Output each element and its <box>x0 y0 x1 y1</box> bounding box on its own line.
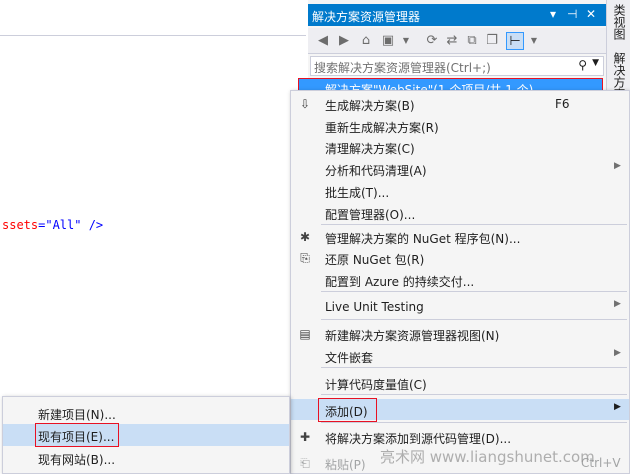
menu-item-label: 还原 NuGet 包(R) <box>325 253 425 267</box>
submenu-arrow-icon: ▶ <box>614 402 621 412</box>
code-tag-end: /> <box>81 218 104 232</box>
menu-item-label: Live Unit Testing <box>325 300 424 314</box>
submenu-arrow-icon: ▶ <box>614 299 621 309</box>
nuget-icon: ✱ <box>299 230 311 244</box>
menu-item-manage-nuget[interactable]: ✱ 管理解决方案的 NuGet 程序包(N)... <box>291 226 629 247</box>
menu-item-add-to-source-control[interactable]: ✚ 将解决方案添加到源代码管理(D)... <box>291 426 629 447</box>
menu-item-rebuild-solution[interactable]: 重新生成解决方案(R) <box>291 115 629 136</box>
submenu-item-existing-website[interactable]: 现有网站(B)... <box>3 447 289 469</box>
properties-icon[interactable]: ⊢ <box>506 32 524 50</box>
menu-item-file-nesting[interactable]: 文件嵌套 ▶ <box>291 345 629 366</box>
menu-item-label: 清理解决方案(C) <box>325 142 415 156</box>
submenu-arrow-icon: ▶ <box>614 348 621 358</box>
show-all-files-icon[interactable]: ❐ <box>483 32 501 50</box>
menu-item-shortcut: F6 <box>555 97 570 111</box>
menu-item-configuration-manager[interactable]: 配置管理器(O)... <box>291 202 629 223</box>
vertical-tab-strip: 类视图 解决方案 <box>606 0 630 100</box>
forward-icon[interactable]: ▶ <box>335 32 353 50</box>
menu-item-label: 配置管理器(O)... <box>325 208 416 222</box>
restore-icon: ⎘ <box>300 251 310 265</box>
home-icon[interactable]: ⌂ <box>357 32 375 50</box>
existing-project-callout-box <box>35 423 119 447</box>
menu-item-label: 重新生成解决方案(R) <box>325 121 439 135</box>
editor-divider <box>0 35 306 36</box>
menu-item-label: 计算代码度量值(C) <box>325 378 427 392</box>
pin-button[interactable]: ⊣ <box>567 7 577 21</box>
solution-explorer-title-bar: 解决方案资源管理器 ▾ ⊣ ✕ <box>308 4 606 26</box>
menu-item-batch-build[interactable]: 批生成(T)... <box>291 180 629 201</box>
menu-item-azure-delivery[interactable]: 配置到 Azure 的持续交付... <box>291 269 629 290</box>
solution-explorer-search-input[interactable]: 搜索解决方案资源管理器(Ctrl+;) ⚲ ▼ <box>310 56 604 76</box>
toolbar-dropdown-icon[interactable]: ▼ <box>525 32 543 50</box>
menu-item-label: 管理解决方案的 NuGet 程序包(N)... <box>325 232 521 246</box>
close-button[interactable]: ✕ <box>586 7 596 21</box>
solution-explorer-title: 解决方案资源管理器 <box>312 10 421 24</box>
chevron-down-icon[interactable]: ▼ <box>397 32 415 50</box>
add-submenu: 新建项目(N)... 现有项目(E)... 现有网站(B)... <box>2 396 290 474</box>
menu-item-label: 将解决方案添加到源代码管理(D)... <box>325 432 512 446</box>
sync-icon[interactable]: ⇄ <box>443 32 461 50</box>
menu-item-clean-solution[interactable]: 清理解决方案(C) <box>291 136 629 157</box>
search-placeholder: 搜索解决方案资源管理器(Ctrl+;) <box>314 61 491 75</box>
solution-context-menu: ⇩ 生成解决方案(B) F6 重新生成解决方案(R) 清理解决方案(C) 分析和… <box>290 90 630 474</box>
menu-separator <box>321 394 627 395</box>
pending-changes-icon[interactable]: ⟳ <box>423 32 441 50</box>
menu-item-label: 粘贴(P) <box>325 458 366 472</box>
add-callout-box <box>318 398 377 422</box>
search-options-icon[interactable]: ▼ <box>592 58 599 68</box>
menu-item-code-metrics[interactable]: 计算代码度量值(C) <box>291 372 629 393</box>
code-line: ssets="All" /> <box>2 218 103 232</box>
solution-explorer-toolbar: ◀ ▶ ⌂ ▣ ▼ ⟳ ⇄ ⧉ ❐ ⊢ ▼ <box>308 28 606 54</box>
new-view-icon: ▤ <box>299 327 311 341</box>
submenu-item-label: 现有网站(B)... <box>38 453 116 467</box>
menu-separator <box>321 224 627 225</box>
menu-item-analyze-cleanup[interactable]: 分析和代码清理(A) ▶ <box>291 158 629 179</box>
menu-separator <box>321 291 627 292</box>
source-control-icon: ✚ <box>299 430 311 444</box>
menu-item-restore-nuget[interactable]: ⎘ 还原 NuGet 包(R) <box>291 247 629 268</box>
tab-class-view[interactable]: 类视图 <box>610 4 628 40</box>
menu-item-label: 新建解决方案资源管理器视图(N) <box>325 329 500 343</box>
menu-item-build-solution[interactable]: ⇩ 生成解决方案(B) F6 <box>291 93 629 114</box>
search-icon[interactable]: ⚲ <box>578 58 587 72</box>
submenu-item-new-project[interactable]: 新建项目(N)... <box>3 402 289 424</box>
menu-item-live-unit-testing[interactable]: Live Unit Testing ▶ <box>291 296 629 317</box>
window-position-button[interactable]: ▾ <box>550 7 556 21</box>
menu-item-label: 文件嵌套 <box>325 351 374 365</box>
menu-separator <box>321 319 627 320</box>
build-icon: ⇩ <box>299 97 311 111</box>
submenu-arrow-icon: ▶ <box>614 161 621 171</box>
watermark: 亮术网 www.liangshunet.com <box>380 448 595 466</box>
menu-separator <box>321 422 627 423</box>
menu-item-new-explorer-view[interactable]: ▤ 新建解决方案资源管理器视图(N) <box>291 323 629 344</box>
menu-separator <box>321 367 627 368</box>
menu-item-label: 配置到 Azure 的持续交付... <box>325 275 475 289</box>
switch-views-icon[interactable]: ▣ <box>379 32 397 50</box>
menu-item-label: 生成解决方案(B) <box>325 99 415 113</box>
menu-item-label: 批生成(T)... <box>325 186 390 200</box>
back-icon[interactable]: ◀ <box>314 32 332 50</box>
code-value: "All" <box>45 218 82 232</box>
code-attribute: ssets <box>2 218 39 232</box>
paste-icon: ⎗ <box>300 456 310 470</box>
collapse-all-icon[interactable]: ⧉ <box>463 32 481 50</box>
solution-explorer-panel: 解决方案资源管理器 ▾ ⊣ ✕ ◀ ▶ ⌂ ▣ ▼ ⟳ ⇄ ⧉ ❐ ⊢ ▼ 搜索… <box>298 0 606 100</box>
submenu-item-label: 新建项目(N)... <box>38 408 116 422</box>
menu-item-label: 分析和代码清理(A) <box>325 164 427 178</box>
